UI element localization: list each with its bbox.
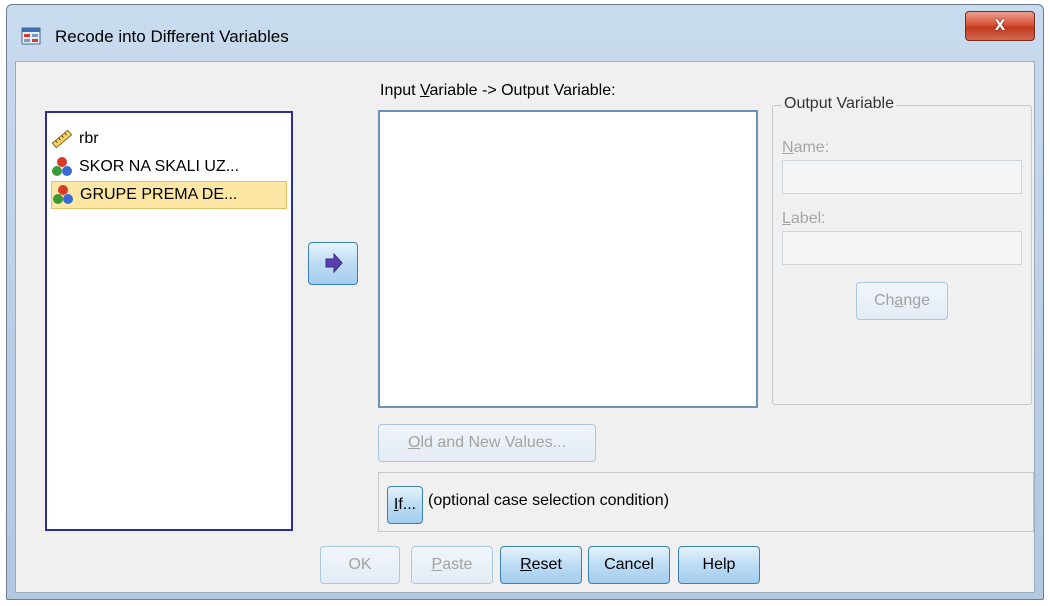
name-field[interactable] [782, 160, 1022, 194]
reset-button[interactable]: Reset [500, 546, 582, 584]
if-caption: (optional case selection condition) [428, 492, 670, 509]
list-item-grupe[interactable]: GRUPE PREMA DE... [51, 181, 287, 209]
name-label: Name: [782, 139, 830, 156]
window-title: Recode into Different Variables [55, 27, 289, 46]
close-icon: x [994, 14, 1006, 35]
old-and-new-values-button[interactable]: Old and New Values... [378, 424, 596, 462]
nominal-balls-icon [52, 157, 72, 176]
cancel-button[interactable]: Cancel [588, 546, 670, 584]
input-output-variable-list[interactable] [378, 110, 758, 408]
source-variable-list[interactable]: rbr SKOR NA SKALI UZ... GRUPE PREMA DE..… [45, 111, 293, 531]
close-button[interactable]: x [965, 11, 1035, 41]
list-item-label: GRUPE PREMA DE... [80, 186, 238, 203]
arrow-right-icon [325, 252, 343, 274]
io-list-label: Input Variable -> Output Variable: [380, 82, 616, 99]
title-bar[interactable]: Recode into Different Variables x [7, 5, 1043, 61]
help-button[interactable]: Help [678, 546, 760, 584]
if-button[interactable]: If... [387, 486, 423, 524]
list-item-skor[interactable]: SKOR NA SKALI UZ... [51, 153, 287, 181]
list-item-label: SKOR NA SKALI UZ... [79, 158, 240, 175]
paste-button[interactable]: Paste [411, 546, 493, 584]
list-item-rbr[interactable]: rbr [51, 125, 287, 153]
ruler-scale-icon [51, 129, 73, 149]
recode-app-icon [21, 27, 41, 45]
dialog-window: Recode into Different Variables x rbr SK… [6, 4, 1044, 600]
label-field[interactable] [782, 231, 1022, 265]
dialog-body: rbr SKOR NA SKALI UZ... GRUPE PREMA DE..… [15, 61, 1035, 593]
move-variable-button[interactable] [308, 242, 358, 285]
output-variable-legend: Output Variable [782, 95, 896, 113]
label-label: Label: [782, 210, 826, 227]
nominal-balls-icon [53, 185, 73, 204]
change-button[interactable]: Ch a nge [856, 282, 948, 320]
ok-button[interactable]: OK [320, 546, 400, 584]
list-item-label: rbr [79, 130, 99, 147]
